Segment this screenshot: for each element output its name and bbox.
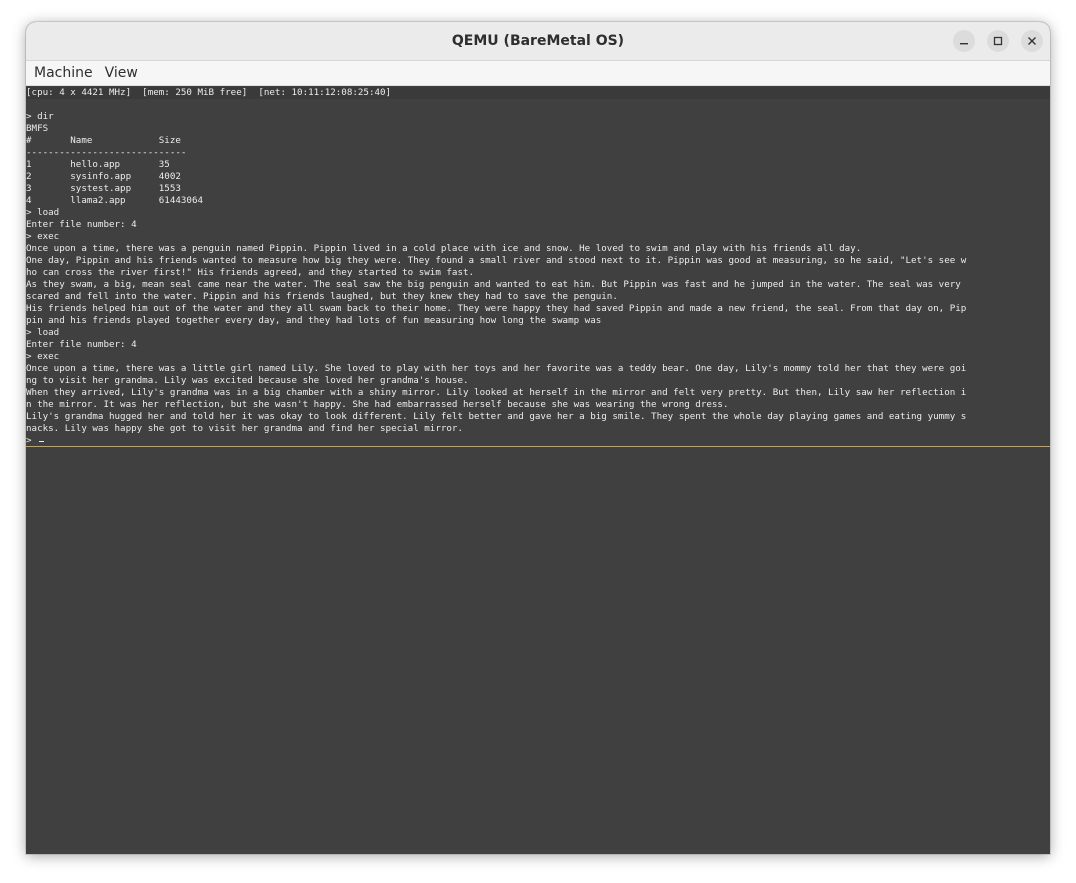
console-line: 1 hello.app 35 (26, 159, 170, 170)
menu-view[interactable]: View (99, 63, 144, 83)
close-button[interactable] (1021, 30, 1043, 52)
maximize-icon (993, 36, 1003, 46)
qemu-window: QEMU (BareMetal OS) Machine View [cpu: 4… (26, 22, 1050, 854)
console-line: Once upon a time, there was a little gir… (26, 363, 967, 374)
console-line: pin and his friends played together ever… (26, 315, 602, 326)
menu-machine[interactable]: Machine (28, 63, 99, 83)
status-line: [cpu: 4 x 4421 MHz] [mem: 250 MiB free] … (26, 87, 392, 98)
console-line: 3 systest.app 1553 (26, 183, 181, 194)
console-line: # Name Size (26, 135, 181, 146)
console-line: Once upon a time, there was a penguin na… (26, 243, 862, 254)
console-line: Lily's grandma hugged her and told her i… (26, 411, 967, 422)
minimize-button[interactable] (953, 30, 975, 52)
console-line: ng to visit her grandma. Lily was excite… (26, 375, 469, 386)
close-icon (1027, 36, 1037, 46)
console-line: 2 sysinfo.app 4002 (26, 171, 181, 182)
console-line: scared and fell into the water. Pippin a… (26, 291, 618, 302)
text-cursor (39, 441, 44, 442)
window-title: QEMU (BareMetal OS) (451, 33, 625, 49)
console-line: > load (26, 207, 60, 218)
minimize-icon (959, 36, 969, 46)
console-divider (26, 446, 1050, 447)
console-line: Enter file number: 4 (26, 219, 137, 230)
console-line: > exec (26, 351, 60, 362)
console-line: > load (26, 327, 60, 338)
console-line: Enter file number: 4 (26, 339, 137, 350)
console-line: ho can cross the river first!" His frien… (26, 267, 475, 278)
console-line: nacks. Lily was happy she got to visit h… (26, 423, 463, 434)
console-line: > dir (26, 111, 54, 122)
title-bar[interactable]: QEMU (BareMetal OS) (26, 22, 1050, 61)
menu-bar: Machine View (26, 61, 1050, 86)
console-line: When they arrived, Lily's grandma was in… (26, 387, 967, 398)
console-line: One day, Pippin and his friends wanted t… (26, 255, 967, 266)
console-line: n the mirror. It was her reflection, but… (26, 399, 729, 410)
console-screen[interactable]: [cpu: 4 x 4421 MHz] [mem: 250 MiB free] … (26, 87, 1050, 854)
console-line: As they swam, a big, mean seal came near… (26, 279, 961, 290)
maximize-button[interactable] (987, 30, 1009, 52)
console-line: BMFS (26, 123, 49, 134)
console-line: ----------------------------- (26, 147, 187, 158)
console-line: 4 llama2.app 61443064 (26, 195, 204, 206)
console-line: > exec (26, 231, 60, 242)
console-line: His friends helped him out of the water … (26, 303, 967, 314)
